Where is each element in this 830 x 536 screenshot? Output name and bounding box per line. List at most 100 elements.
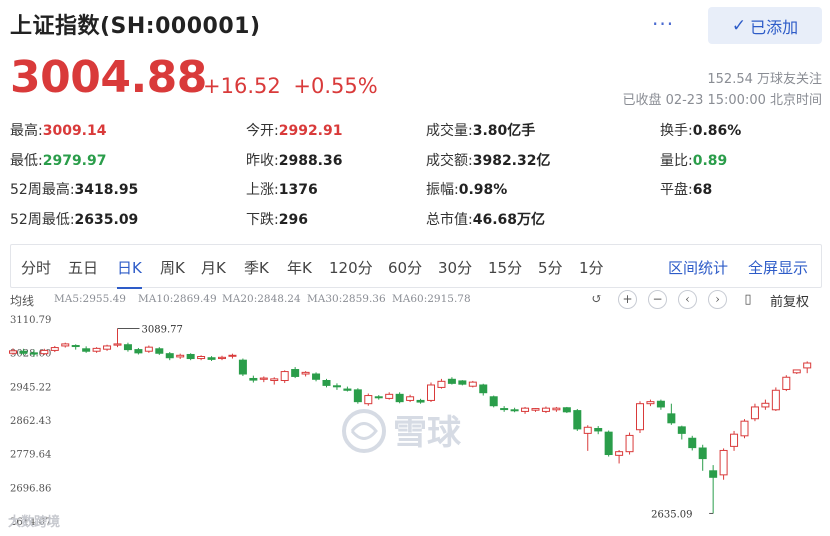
stat-cell: 成交额:3982.32亿 xyxy=(426,150,550,170)
low-annotation: 2635.09 xyxy=(651,509,692,520)
stat-value: 1376 xyxy=(278,182,318,198)
stat-label: 最高: xyxy=(10,123,43,139)
stat-cell: 最低:2979.97 xyxy=(10,150,106,170)
tab-15min[interactable]: 15分 xyxy=(488,257,522,278)
candle-down xyxy=(249,377,258,381)
candle-down xyxy=(573,410,582,430)
candle-down xyxy=(343,388,352,391)
ma10-value: MA10:2869.49 xyxy=(138,293,217,305)
stat-label: 下跌: xyxy=(246,211,279,228)
stat-value: 3418.95 xyxy=(74,182,139,198)
candle-down xyxy=(165,353,174,359)
check-icon: ✓ xyxy=(731,15,747,36)
stat-label: 52周最低: xyxy=(10,211,75,228)
candle-up xyxy=(176,354,185,358)
watermark: 雪球 xyxy=(342,409,462,453)
candle-up xyxy=(385,393,394,399)
stat-value: 0.98% xyxy=(458,182,508,198)
candle-up xyxy=(113,343,122,346)
stat-label: 总市值: xyxy=(426,211,473,228)
candle-down xyxy=(71,345,80,348)
y-tick-label: 2696.86 xyxy=(10,483,51,494)
y-tick-label: 2862.43 xyxy=(10,416,51,427)
candle-up xyxy=(531,408,540,411)
y-tick-label: 2945.22 xyxy=(10,382,51,393)
candle-down xyxy=(677,426,686,434)
tab-5min[interactable]: 5分 xyxy=(538,257,563,278)
tab-weekly-k[interactable]: 周K xyxy=(160,257,185,278)
stat-label: 成交量: xyxy=(426,123,473,139)
candle-up xyxy=(803,362,812,369)
stats-row: 最低:2979.97 昨收:2988.36 成交额:3982.32亿 量比:0.… xyxy=(10,150,825,180)
ma-label[interactable]: 均线 xyxy=(10,292,34,309)
stat-cell: 今开:2992.91 xyxy=(246,120,342,140)
candle-up xyxy=(730,433,739,447)
change-value: +16.52 xyxy=(203,74,281,98)
candle-up xyxy=(9,350,17,354)
stat-value: 3.80亿手 xyxy=(472,123,536,139)
zoom-out-icon[interactable]: − xyxy=(648,290,667,309)
scroll-left-icon[interactable]: ‹ xyxy=(678,290,697,309)
candle-up xyxy=(771,389,780,411)
candle-down xyxy=(123,344,132,351)
scroll-right-icon[interactable]: › xyxy=(708,290,727,309)
forward-adjust-button[interactable]: 前复权 xyxy=(770,291,809,310)
stat-cell: 成交量:3.80亿手 xyxy=(426,120,535,140)
source-watermark: 大数跨境 xyxy=(8,515,61,530)
candlestick-chart[interactable]: 雪球 3110.793028.002945.222862.432779.6426… xyxy=(0,310,830,536)
candle-up xyxy=(228,354,237,357)
range-stats-button[interactable]: 区间统计 xyxy=(668,257,728,278)
high-annotation: 3089.77 xyxy=(142,325,183,336)
more-options-button[interactable]: ··· xyxy=(652,12,674,36)
period-tabs: 分时 五日 日K 周K 月K 季K 年K 120分 60分 30分 15分 5分… xyxy=(10,244,822,289)
candle-style-icon[interactable]: ▯ xyxy=(737,290,759,310)
stat-value: 0.86% xyxy=(692,123,742,139)
stat-label: 今开: xyxy=(246,123,279,139)
tab-five-day[interactable]: 五日 xyxy=(68,257,98,278)
stat-label: 成交额: xyxy=(426,152,473,169)
candle-down xyxy=(353,389,362,403)
tab-60min[interactable]: 60分 xyxy=(388,257,422,278)
stat-label: 振幅: xyxy=(426,182,459,198)
ma30-value: MA30:2859.36 xyxy=(307,293,386,305)
stat-cell: 52周最低:2635.09 xyxy=(10,209,138,229)
tab-quarterly-k[interactable]: 季K xyxy=(244,257,269,278)
tab-30min[interactable]: 30分 xyxy=(438,257,472,278)
candle-up xyxy=(615,451,624,456)
fullscreen-button[interactable]: 全屏显示 xyxy=(748,257,808,278)
candle-down xyxy=(688,437,697,449)
candle-up xyxy=(259,377,268,380)
candle-up xyxy=(792,369,801,374)
stat-label: 上涨: xyxy=(246,182,279,198)
stat-cell: 昨收:2988.36 xyxy=(246,150,342,170)
candle-down xyxy=(500,408,509,411)
candle-down xyxy=(656,400,665,408)
candle-down xyxy=(604,431,613,456)
tab-daily-k[interactable]: 日K xyxy=(117,257,142,289)
stat-value: 2988.36 xyxy=(278,152,343,169)
reset-icon[interactable]: ↺ xyxy=(586,290,608,310)
tab-120min[interactable]: 120分 xyxy=(329,257,373,278)
stats-row: 52周最高:3418.95 上涨:1376 振幅:0.98% 平盘:68 xyxy=(10,179,825,209)
tab-monthly-k[interactable]: 月K xyxy=(201,257,226,278)
market-status: 已收盘 02-23 15:00:00 北京时间 xyxy=(622,93,822,108)
tab-yearly-k[interactable]: 年K xyxy=(287,257,312,278)
candle-up xyxy=(218,356,226,360)
zoom-in-icon[interactable]: + xyxy=(618,290,637,309)
stat-label: 昨收: xyxy=(246,152,279,169)
candle-down xyxy=(186,353,195,360)
candle-up xyxy=(364,395,373,405)
added-to-watchlist-button[interactable]: ✓ 已添加 xyxy=(708,7,822,44)
stats-grid: 最高:3009.14 今开:2992.91 成交量:3.80亿手 换手:0.86… xyxy=(10,120,825,238)
candle-up xyxy=(301,371,310,375)
candle-up xyxy=(270,378,279,382)
candle-down xyxy=(667,413,676,424)
tab-1min[interactable]: 1分 xyxy=(579,257,604,278)
candle-up xyxy=(197,356,206,360)
candle-up xyxy=(583,426,592,434)
tab-intraday[interactable]: 分时 xyxy=(21,257,51,278)
watermark-text: 雪球 xyxy=(393,413,462,453)
stat-value: 3982.32亿 xyxy=(472,152,551,169)
candle-up xyxy=(280,371,289,382)
candle-down xyxy=(332,385,341,388)
